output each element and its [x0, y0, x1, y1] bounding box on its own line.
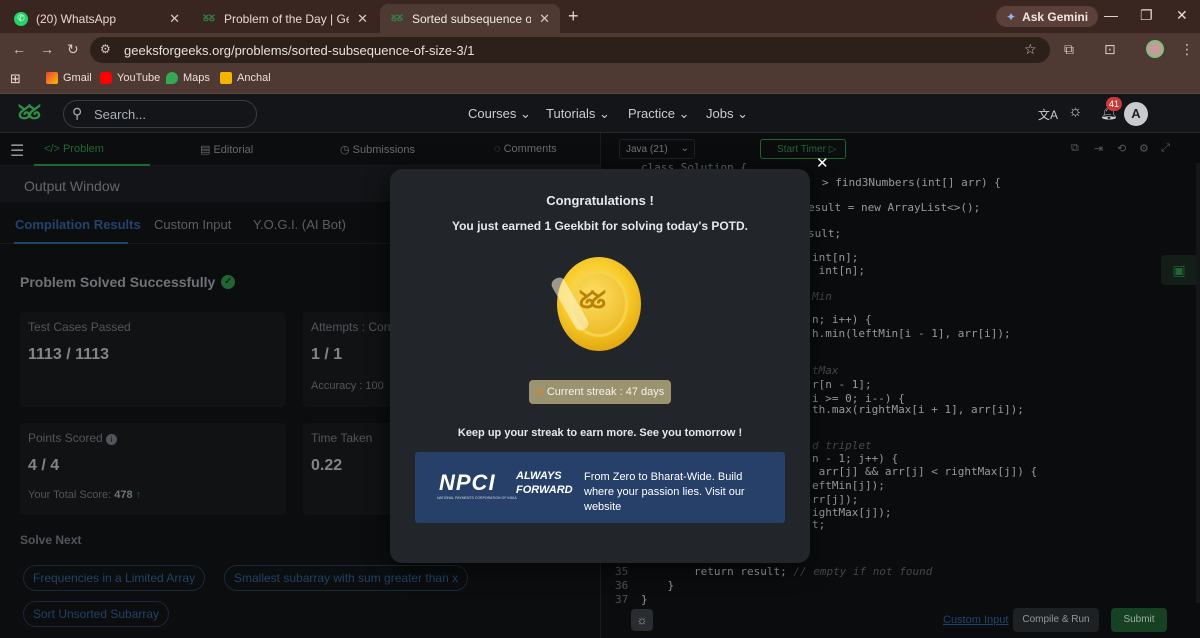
npci-advertisement[interactable]: NPCI NATIONAL PAYMENTS CORPORATION OF IN…	[415, 452, 785, 523]
bookmark-star-icon[interactable]: ☆	[1024, 41, 1037, 58]
reload-icon[interactable]: ↻	[67, 41, 79, 58]
npci-small-text: NATIONAL PAYMENTS CORPORATION OF INDIA	[437, 496, 517, 500]
ad-copy: From Zero to Bharat-Wide. Build where yo…	[584, 471, 745, 513]
extensions-icon[interactable]: ⧉	[1064, 41, 1074, 58]
congratulations-modal: Congratulations ! You just earned 1 Geek…	[390, 169, 810, 563]
tab-label: (20) WhatsApp	[36, 11, 117, 26]
tagline-line-1: ALWAYS	[516, 470, 562, 482]
folder-icon	[220, 72, 232, 84]
bookmark-label: Anchal	[237, 72, 271, 84]
bookmark-label: YouTube	[117, 72, 161, 84]
user-avatar[interactable]: A	[1124, 102, 1148, 126]
bookmark-label: Maps	[183, 72, 210, 84]
tab-potd[interactable]: ᘜᘜ Problem of the Day | GeeksforG ✕	[192, 4, 378, 33]
gfg-coin-logo: ᘜᘜ	[579, 287, 606, 314]
gfg-icon: ᘜᘜ	[391, 13, 403, 23]
npci-logo-text: NPCI	[439, 470, 496, 495]
current-streak-badge: 🔥︎ Current streak : 47 days	[529, 380, 671, 404]
search-input[interactable]: ⚲ Search...	[63, 100, 257, 128]
search-icon: ⚲	[72, 105, 83, 121]
ask-gemini-label: Ask Gemini	[1022, 9, 1089, 24]
back-icon[interactable]: ←	[12, 41, 26, 57]
maps-pin-icon	[166, 72, 178, 84]
bookmark-maps[interactable]: Maps	[166, 72, 210, 84]
forward-icon[interactable]: →	[40, 41, 54, 57]
media-icon[interactable]: ⊡	[1104, 41, 1116, 58]
gemini-sparkle-icon: ✦	[1006, 9, 1017, 24]
npci-tagline: ALWAYS FORWARD	[516, 469, 573, 497]
geekbit-coin-icon: ᘜᘜ	[549, 257, 641, 351]
nav-courses[interactable]: Courses ⌄	[468, 106, 531, 122]
address-toolbar: ← → ↻ ⚙ geeksforgeeks.org/problems/sorte…	[0, 33, 1200, 66]
new-tab-button[interactable]: +	[568, 6, 579, 27]
npci-logo: NPCI	[439, 470, 496, 496]
close-icon[interactable]: ✕	[169, 11, 180, 27]
tab-whatsapp[interactable]: ✆ (20) WhatsApp ✕	[4, 4, 190, 33]
bookmark-label: Gmail	[63, 72, 92, 84]
tab-sorted-subsequence[interactable]: ᘜᘜ Sorted subsequence of size 3 | ( ✕	[380, 4, 560, 33]
nav-tutorials[interactable]: Tutorials ⌄	[546, 106, 610, 122]
url-text: geeksforgeeks.org/problems/sorted-subseq…	[124, 42, 475, 58]
nav-practice[interactable]: Practice ⌄	[628, 106, 689, 122]
search-placeholder: Search...	[94, 106, 147, 122]
close-icon[interactable]: ✕	[539, 11, 550, 27]
bookmark-gmail[interactable]: Gmail	[46, 72, 92, 84]
modal-title: Congratulations !	[546, 193, 654, 208]
gfg-logo[interactable]: ᘜᘜ	[18, 102, 41, 125]
fire-icon: 🔥︎	[535, 385, 544, 398]
streak-text: Current streak : 47 days	[546, 386, 665, 398]
tab-label: Sorted subsequence of size 3 | (	[412, 11, 532, 26]
nav-jobs[interactable]: Jobs ⌄	[706, 106, 748, 122]
notification-badge: 41	[1106, 97, 1122, 111]
nav-label: Tutorials	[546, 106, 596, 121]
gfg-icon: ᘜᘜ	[203, 13, 215, 23]
url-bar[interactable]: ⚙ geeksforgeeks.org/problems/sorted-subs…	[90, 37, 1050, 63]
close-window-icon[interactable]: ✕	[1176, 7, 1188, 24]
close-icon[interactable]: ✕	[357, 11, 368, 27]
nav-label: Courses	[468, 106, 517, 121]
nav-label: Practice	[628, 106, 675, 121]
gmail-icon	[46, 72, 58, 84]
apps-grid-icon[interactable]: ⊞	[10, 71, 21, 87]
theme-toggle-icon[interactable]: ☼	[1068, 103, 1083, 121]
bookmark-anchal[interactable]: Anchal	[220, 72, 271, 84]
modal-footer-text: Keep up your streak to earn more. See yo…	[457, 427, 743, 439]
bookmark-youtube[interactable]: YouTube	[100, 72, 160, 84]
browser-tab-strip: ✆ (20) WhatsApp ✕ ᘜᘜ Problem of the Day …	[0, 0, 1200, 33]
ask-gemini-button[interactable]: ✦ Ask Gemini	[996, 6, 1099, 27]
tab-label: Problem of the Day | GeeksforG	[224, 11, 349, 26]
restore-icon[interactable]: ❐	[1140, 7, 1153, 24]
close-modal-icon[interactable]: ✕	[816, 154, 829, 172]
modal-subtitle: You just earned 1 Geekbit for solving to…	[451, 219, 749, 233]
profile-avatar[interactable]	[1146, 40, 1164, 58]
tagline-line-2: FORWARD	[516, 484, 573, 496]
site-info-icon[interactable]: ⚙	[100, 42, 111, 56]
nav-label: Jobs	[706, 106, 734, 121]
youtube-icon	[100, 72, 112, 84]
menu-kebab-icon[interactable]: ⋮	[1180, 41, 1194, 58]
whatsapp-icon: ✆	[14, 11, 28, 26]
minimize-icon[interactable]: —	[1104, 7, 1118, 23]
translate-icon[interactable]: 文A	[1038, 106, 1058, 123]
bookmarks-bar: ⊞ Gmail YouTube Maps Anchal	[0, 66, 1200, 94]
site-header: ᘜᘜ ⚲ Search... Courses ⌄ Tutorials ⌄ Pra…	[0, 94, 1200, 133]
